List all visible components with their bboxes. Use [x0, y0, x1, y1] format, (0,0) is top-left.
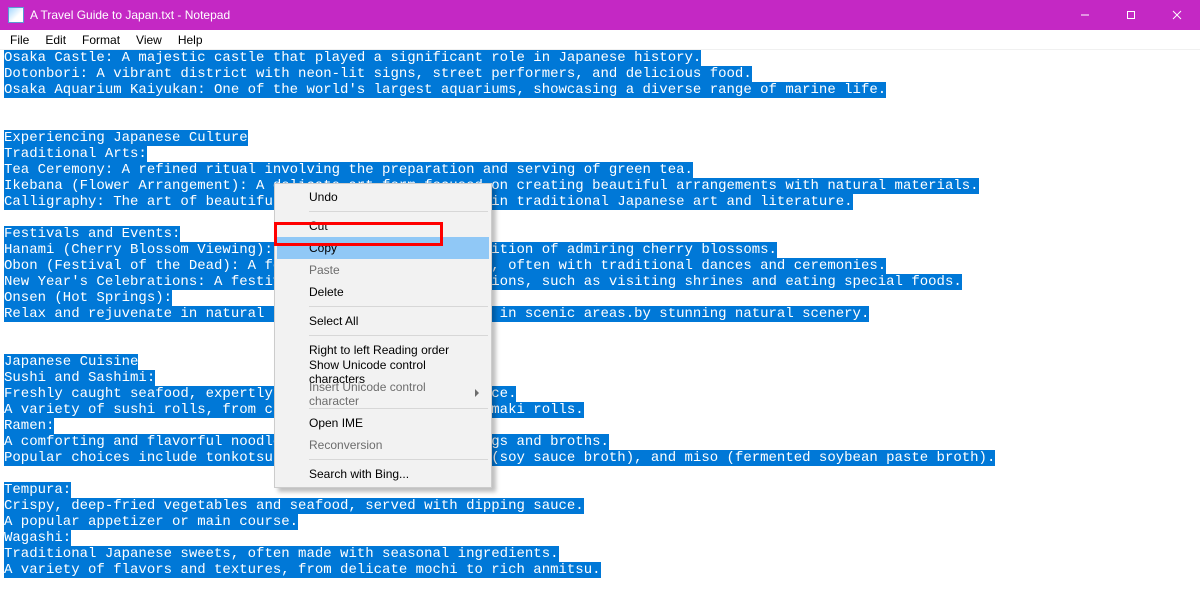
context-menu-separator: [309, 335, 488, 336]
text-line: A popular appetizer or main course.: [4, 514, 1196, 530]
context-menu-delete[interactable]: Delete: [277, 281, 489, 303]
menu-file[interactable]: File: [2, 31, 37, 49]
text-line: Ikebana (Flower Arrangement): A delicate…: [4, 178, 1196, 194]
text-line: Relax and rejuvenate in natural hot spri…: [4, 306, 1196, 322]
context-menu-undo[interactable]: Undo: [277, 186, 489, 208]
context-menu-copy[interactable]: Copy: [277, 237, 489, 259]
text-line: Osaka Castle: A majestic castle that pla…: [4, 50, 1196, 66]
context-menu-separator: [309, 459, 488, 460]
text-line: [4, 98, 1196, 114]
context-menu-separator: [309, 306, 488, 307]
menu-bar: File Edit Format View Help: [0, 30, 1200, 50]
text-line: [4, 338, 1196, 354]
text-line: Obon (Festival of the Dead): A festival …: [4, 258, 1196, 274]
text-line: Tempura:: [4, 482, 1196, 498]
text-line: Sushi and Sashimi:: [4, 370, 1196, 386]
menu-help[interactable]: Help: [170, 31, 211, 49]
menu-format[interactable]: Format: [74, 31, 128, 49]
text-line: Dotonbori: A vibrant district with neon-…: [4, 66, 1196, 82]
text-line: Onsen (Hot Springs):: [4, 290, 1196, 306]
text-line: [4, 114, 1196, 130]
minimize-button[interactable]: [1062, 0, 1108, 30]
text-line: [4, 466, 1196, 482]
context-menu-separator: [309, 408, 488, 409]
text-line: A comforting and flavorful noodle soup w…: [4, 434, 1196, 450]
context-menu-insert-unicode-control-character: Insert Unicode control character: [277, 383, 489, 405]
context-menu-separator: [309, 211, 488, 212]
notepad-icon: [8, 7, 24, 23]
menu-view[interactable]: View: [128, 31, 170, 49]
text-line: Traditional Japanese sweets, often made …: [4, 546, 1196, 562]
text-line: Ramen:: [4, 418, 1196, 434]
context-menu-cut[interactable]: Cut: [277, 215, 489, 237]
text-line: A variety of sushi rolls, from classic n…: [4, 402, 1196, 418]
text-line: Festivals and Events:: [4, 226, 1196, 242]
text-line: Popular choices include tonkotsu (pork b…: [4, 450, 1196, 466]
text-line: Osaka Aquarium Kaiyukan: One of the worl…: [4, 82, 1196, 98]
context-menu-select-all[interactable]: Select All: [277, 310, 489, 332]
text-line: Tea Ceremony: A refined ritual involving…: [4, 162, 1196, 178]
text-line: New Year's Celebrations: A festive time …: [4, 274, 1196, 290]
text-line: Crispy, deep-fried vegetables and seafoo…: [4, 498, 1196, 514]
text-line: [4, 322, 1196, 338]
context-menu-open-ime[interactable]: Open IME: [277, 412, 489, 434]
maximize-button[interactable]: [1108, 0, 1154, 30]
text-line: Calligraphy: The art of beautiful handwr…: [4, 194, 1196, 210]
text-line: Hanami (Cherry Blossom Viewing): A popul…: [4, 242, 1196, 258]
title-bar: A Travel Guide to Japan.txt - Notepad: [0, 0, 1200, 30]
text-line: Experiencing Japanese Culture: [4, 130, 1196, 146]
chevron-right-icon: [475, 389, 479, 397]
text-line: Traditional Arts:: [4, 146, 1196, 162]
context-menu: UndoCutCopyPasteDeleteSelect AllRight to…: [274, 183, 492, 488]
context-menu-reconversion: Reconversion: [277, 434, 489, 456]
text-line: [4, 210, 1196, 226]
context-menu-paste: Paste: [277, 259, 489, 281]
window-title: A Travel Guide to Japan.txt - Notepad: [30, 8, 230, 22]
text-line: Japanese Cuisine: [4, 354, 1196, 370]
context-menu-search-with-bing[interactable]: Search with Bing...: [277, 463, 489, 485]
menu-edit[interactable]: Edit: [37, 31, 74, 49]
close-button[interactable]: [1154, 0, 1200, 30]
text-editor[interactable]: Osaka Castle: A majestic castle that pla…: [0, 50, 1200, 597]
text-line: A variety of flavors and textures, from …: [4, 562, 1196, 578]
text-line: Wagashi:: [4, 530, 1196, 546]
text-line: Freshly caught seafood, expertly sliced …: [4, 386, 1196, 402]
